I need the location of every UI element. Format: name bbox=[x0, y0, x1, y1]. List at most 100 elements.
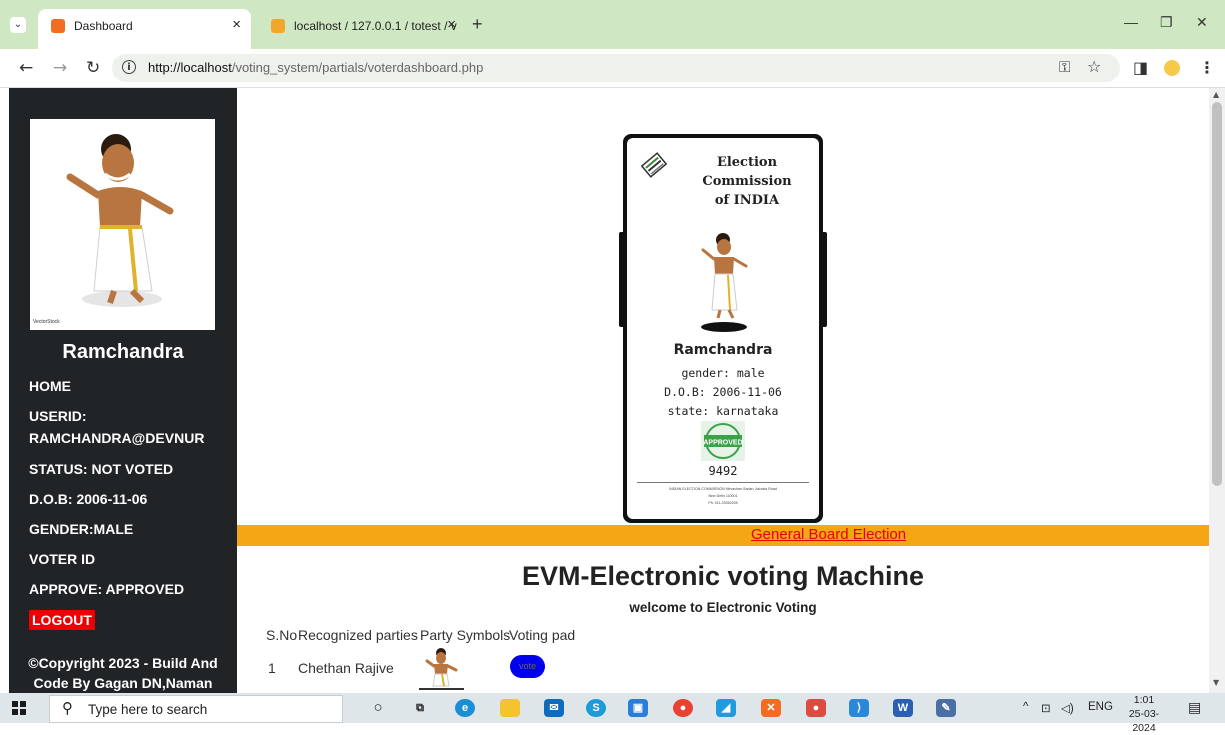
copyright-text: ©Copyright 2023 - Build And Code By Gaga… bbox=[17, 653, 229, 693]
tab-title: localhost / 127.0.0.1 / totest / v bbox=[294, 19, 457, 33]
avatar-caption: VectorStock bbox=[33, 319, 60, 325]
stamp-text: APPROVED bbox=[703, 440, 742, 447]
cortana-icon[interactable]: ○ bbox=[368, 699, 388, 717]
card-footer-line: New Delhi 110001 bbox=[708, 494, 738, 498]
back-icon[interactable]: ← bbox=[19, 58, 33, 78]
card-clip bbox=[821, 232, 827, 327]
file-explorer-icon[interactable] bbox=[500, 699, 520, 717]
tab-title: Dashboard bbox=[74, 19, 133, 33]
scroll-up-icon[interactable]: ▲ bbox=[1213, 90, 1219, 99]
sidebar-user-name: Ramchandra bbox=[62, 341, 184, 363]
restore-icon[interactable]: ❐ bbox=[1160, 14, 1173, 31]
windows-taskbar: ⚲ Type here to search ○ ⧉ e ✉ S ▣ ● ◢ ✕ … bbox=[0, 693, 1225, 734]
voter-id-card-body: Election Commission of INDIA Ramchandra … bbox=[627, 138, 819, 519]
clock-time: 1:01 bbox=[1133, 694, 1155, 706]
sidebar-item-status: STATUS: NOT VOTED bbox=[29, 461, 174, 477]
volume-icon[interactable]: ◁) bbox=[1061, 701, 1074, 715]
sidebar-item-home[interactable]: HOME bbox=[29, 376, 71, 397]
skype-icon[interactable]: S bbox=[586, 699, 606, 717]
vscode-icon[interactable]: ⟩ bbox=[849, 699, 869, 717]
mail-icon[interactable]: ✉ bbox=[544, 699, 564, 717]
avatar: VectorStock bbox=[30, 119, 215, 330]
tab-dashboard[interactable]: Dashboard × bbox=[38, 9, 251, 49]
card-voter-name: Ramchandra bbox=[673, 342, 773, 358]
word-icon[interactable]: W bbox=[893, 699, 913, 717]
column-header-sno: S.No bbox=[266, 627, 298, 643]
chrome-active-icon[interactable]: ● bbox=[806, 699, 826, 717]
voter-photo bbox=[701, 233, 748, 332]
menu-kebab-icon[interactable]: ⋮ bbox=[1199, 58, 1215, 77]
column-header-parties: Recognized parties bbox=[298, 627, 418, 643]
url-text[interactable]: http://localhost/voting_system/partials/… bbox=[148, 60, 483, 75]
close-icon[interactable]: × bbox=[447, 16, 456, 33]
approved-stamp-icon: APPROVED bbox=[701, 421, 745, 461]
page-title: EVM-Electronic voting Machine bbox=[521, 561, 925, 591]
card-number: 9492 bbox=[708, 464, 738, 478]
xampp-taskbar-icon[interactable]: ✕ bbox=[761, 699, 781, 717]
search-icon: ⚲ bbox=[62, 699, 73, 717]
info-icon[interactable]: i bbox=[122, 60, 136, 74]
notepad-icon[interactable]: ✎ bbox=[936, 699, 956, 717]
new-tab-button[interactable]: + bbox=[472, 14, 483, 35]
sidebar-item-voter-id[interactable]: VOTER ID bbox=[29, 549, 95, 570]
copyright-line: Code By Gagan DN,Naman bbox=[33, 675, 213, 691]
card-title-line: of INDIA bbox=[714, 193, 780, 208]
party-symbol bbox=[419, 646, 464, 690]
logout-button[interactable]: LOGOUT bbox=[29, 610, 95, 630]
sidebar-item-userid-value: RAMCHANDRA@DEVNUR bbox=[29, 430, 205, 446]
card-footer-line: Ph: 011-23052205 bbox=[708, 501, 738, 505]
language-indicator[interactable]: ENG bbox=[1088, 701, 1113, 713]
card-dob: D.O.B: 2006-11-06 bbox=[664, 385, 782, 399]
profile-avatar-icon[interactable] bbox=[1164, 60, 1180, 76]
tray-chevron-icon[interactable]: ^ bbox=[1023, 701, 1028, 713]
vote-button[interactable]: vote bbox=[510, 655, 545, 678]
sidebar-item-userid-label: USERID: bbox=[29, 408, 87, 424]
row-sno: 1 bbox=[268, 660, 276, 676]
card-clip bbox=[619, 232, 625, 327]
column-header-voting-pad: Voting pad bbox=[509, 627, 576, 643]
general-board-election-link[interactable]: General Board Election bbox=[751, 526, 906, 543]
store-icon[interactable]: ▣ bbox=[628, 699, 648, 717]
sidebar-item-dob: D.O.B: 2006-11-06 bbox=[29, 491, 148, 507]
chrome-icon[interactable]: ● bbox=[673, 699, 693, 717]
search-placeholder: Type here to search bbox=[88, 702, 208, 717]
close-icon[interactable]: × bbox=[232, 16, 241, 33]
taskbar-search-box[interactable]: ⚲ Type here to search bbox=[49, 695, 343, 723]
card-divider bbox=[637, 482, 809, 483]
key-icon[interactable]: ⚿ bbox=[1059, 58, 1070, 76]
page-scrollbar[interactable]: ▲ ▼ bbox=[1209, 88, 1225, 693]
taskbar-clock[interactable]: 1:01 25-03-2024 bbox=[1118, 693, 1170, 735]
tab-phpmyadmin[interactable]: localhost / 127.0.0.1 / totest / v × bbox=[258, 9, 458, 49]
tab-strip: ⌄ Dashboard × localhost / 127.0.0.1 / to… bbox=[0, 0, 1225, 49]
side-panel-icon[interactable]: ◨ bbox=[1133, 58, 1148, 77]
copyright-line: ©Copyright 2023 - Build And bbox=[28, 655, 218, 671]
page-subtitle: welcome to Electronic Voting bbox=[629, 600, 817, 615]
notifications-icon[interactable]: ▤ bbox=[1188, 699, 1201, 716]
row-party-name: Chethan Rajive bbox=[298, 660, 394, 676]
sidebar: VectorStock Ramchandra HOME USERID: RAMC… bbox=[9, 88, 237, 693]
windows-start-icon[interactable] bbox=[12, 701, 26, 715]
minimize-icon[interactable]: — bbox=[1124, 14, 1138, 30]
cartoon-man-illustration bbox=[66, 134, 174, 307]
task-view-icon[interactable]: ⧉ bbox=[410, 699, 430, 717]
address-bar[interactable]: i http://localhost/voting_system/partial… bbox=[112, 54, 1120, 82]
card-state: state: karnataka bbox=[667, 404, 779, 418]
bookmark-star-icon[interactable]: ☆ bbox=[1087, 57, 1101, 76]
photos-icon[interactable]: ◢ bbox=[716, 699, 736, 717]
scroll-down-icon[interactable]: ▼ bbox=[1213, 678, 1219, 687]
tab-search-button[interactable]: ⌄ bbox=[10, 17, 26, 33]
election-band: General Board Election bbox=[237, 525, 1209, 546]
window-close-icon[interactable]: ✕ bbox=[1196, 14, 1208, 31]
party-symbol-image bbox=[425, 648, 458, 687]
edge-icon[interactable]: e bbox=[455, 699, 475, 717]
phpmyadmin-icon bbox=[271, 19, 285, 33]
xampp-icon bbox=[51, 19, 65, 33]
reload-icon[interactable]: ↻ bbox=[86, 58, 100, 78]
card-title: Election Commission of INDIA bbox=[675, 153, 819, 210]
column-header-symbols: Party Symbols bbox=[420, 627, 511, 643]
scroll-thumb[interactable] bbox=[1212, 102, 1222, 486]
card-footer-line: INDIAN ELECTION COMMISSION Nirvachan Sad… bbox=[669, 487, 777, 491]
election-commission-logo-icon bbox=[641, 152, 667, 178]
forward-icon[interactable]: → bbox=[53, 58, 67, 78]
network-icon[interactable]: ⊡ bbox=[1041, 701, 1051, 715]
